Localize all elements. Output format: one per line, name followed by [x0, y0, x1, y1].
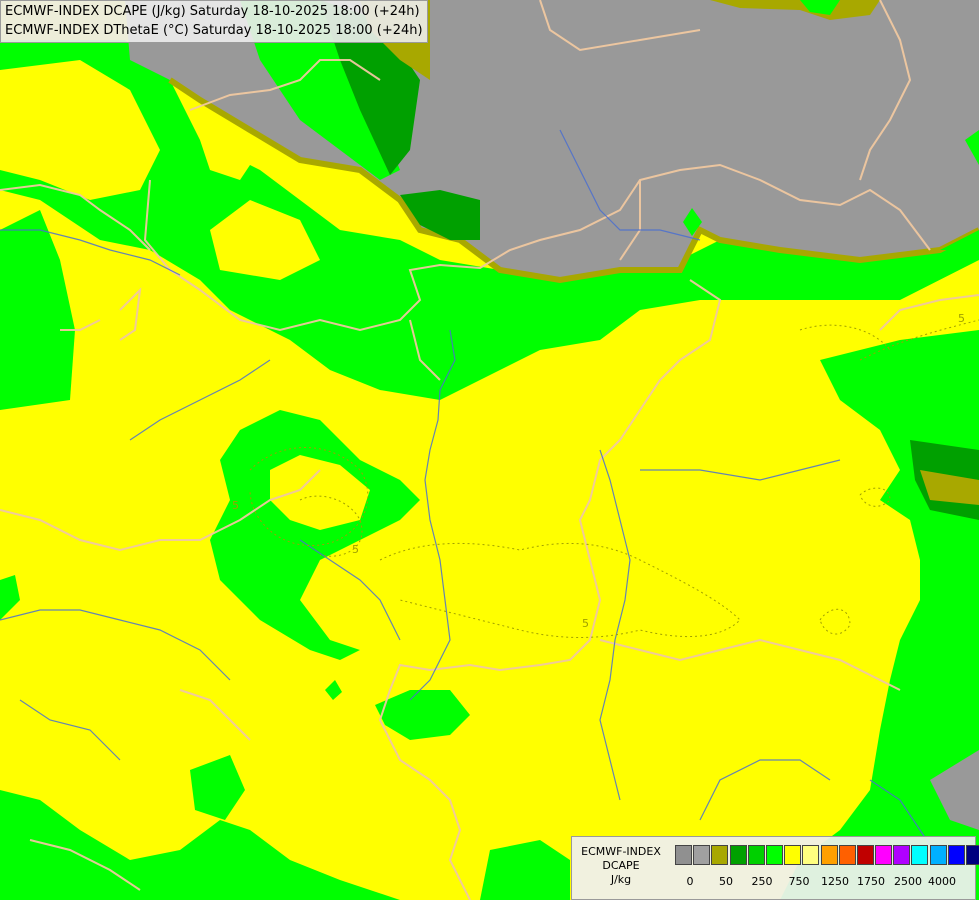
- legend-tick-label: 1750: [857, 875, 885, 888]
- legend-swatch: [765, 845, 783, 865]
- legend-swatches: [675, 845, 979, 865]
- legend-swatch: [838, 845, 856, 865]
- map-title-box: ECMWF-INDEX DCAPE (J/kg) Saturday 18-10-…: [0, 0, 428, 43]
- title-dthetae: ECMWF-INDEX DThetaE (°C) Saturday 18-10-…: [5, 23, 423, 38]
- legend-tick-label: 1250: [821, 875, 849, 888]
- legend-tick-label: 2500: [894, 875, 922, 888]
- legend: ECMWF-INDEX DCAPE J/kg 0 50 250 750 1250 1750…: [571, 836, 979, 900]
- legend-tick-label: 0: [686, 875, 694, 888]
- legend-title-model: ECMWF-INDEX: [581, 845, 661, 858]
- contour-label-3: 5: [582, 617, 589, 630]
- legend-tick-label: 50: [719, 875, 733, 888]
- map-canvas: 5 5 5 5: [0, 0, 979, 900]
- legend-swatch: [711, 845, 729, 865]
- legend-swatch: [875, 845, 893, 865]
- legend-title-param: DCAPE: [602, 859, 640, 872]
- title-dcape: ECMWF-INDEX DCAPE (J/kg) Saturday 18-10-…: [5, 4, 420, 19]
- legend-tick-label: 750: [788, 875, 810, 888]
- legend-swatch: [784, 845, 802, 865]
- legend-swatch: [802, 845, 820, 865]
- legend-swatch: [693, 845, 711, 865]
- legend-swatch: [893, 845, 911, 865]
- legend-swatch: [856, 845, 874, 865]
- legend-tick-label: 4000: [928, 875, 956, 888]
- legend-swatch: [947, 845, 965, 865]
- legend-tick-label: 250: [751, 875, 773, 888]
- legend-swatch: [820, 845, 838, 865]
- legend-swatch: [911, 845, 929, 865]
- contour-label-2: 5: [352, 543, 359, 556]
- legend-ticks: 0 50 250 750 1250 1750 2500 4000: [675, 875, 975, 889]
- legend-unit: J/kg: [610, 873, 632, 886]
- legend-swatch: [729, 845, 747, 865]
- legend-swatch: [675, 845, 692, 865]
- legend-swatch: [929, 845, 947, 865]
- contour-label-1: 5: [232, 499, 239, 512]
- legend-swatch: [747, 845, 765, 865]
- legend-title: ECMWF-INDEX DCAPE J/kg: [576, 845, 666, 887]
- contour-label-4: 5: [958, 312, 965, 325]
- legend-swatch: [966, 845, 979, 865]
